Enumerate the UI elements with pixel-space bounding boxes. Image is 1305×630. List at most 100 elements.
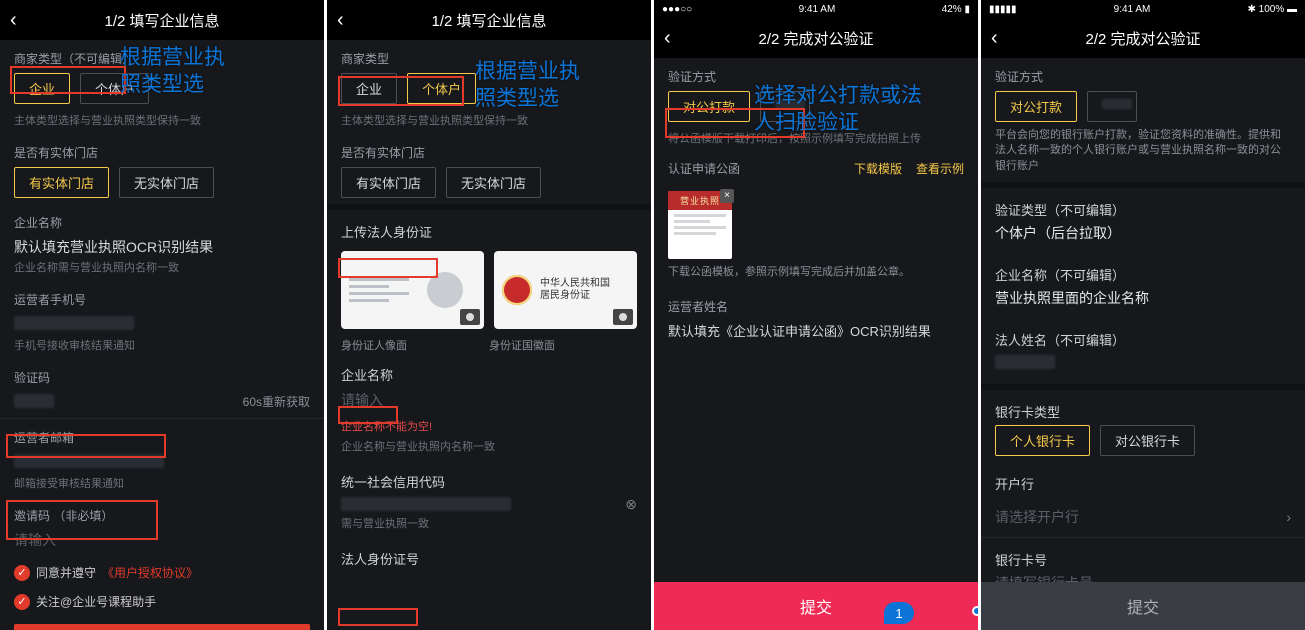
id-back-upload[interactable]: 中华人民共和国 居民身份证 (494, 251, 637, 329)
chevron-right-icon: › (1286, 509, 1291, 525)
status-time: 9:41 AM (1114, 4, 1151, 15)
merchant-type-label: 商家类型（不可编辑） (0, 40, 324, 73)
uscc-label: 统一社会信用代码 (327, 460, 651, 495)
captcha-value-redacted[interactable] (14, 394, 54, 408)
email-hint: 邮箱接受审核结果通知 (0, 473, 324, 497)
submit-button[interactable]: 提交 (654, 582, 978, 630)
has-store-label: 是否有实体门店 (0, 134, 324, 167)
status-battery: 42% ▮ (942, 4, 970, 15)
submit-button[interactable]: 提交 (981, 582, 1305, 630)
agree-row[interactable]: ✓ 同意并遵守 《用户授权协议》 (0, 558, 324, 587)
card-type-label: 银行卡类型 (981, 390, 1305, 425)
opt-personal-card[interactable]: 个人银行卡 (995, 425, 1090, 456)
phone-value-redacted (14, 316, 134, 330)
bank-select[interactable]: 请选择开户行 › (981, 497, 1305, 538)
operator-value[interactable]: 默认填充《企业认证申请公函》OCR识别结果 (654, 321, 978, 350)
merchant-type-hint: 主体类型选择与营业执照类型保持一致 (327, 110, 651, 134)
status-signal: ▮▮▮▮▮ (989, 4, 1017, 15)
screen-1: ‹ 1/2 填写企业信息 商家类型（不可编辑） 企业 个体户 主体类型选择与营业… (0, 0, 324, 630)
page-title: 2/2 完成对公验证 (1085, 28, 1200, 49)
content: 验证方式 对公打款 将公函模版下载打印后，按照示例填写完成拍照上传 认证申请公函… (654, 58, 978, 630)
phone-hint: 手机号接收审核结果通知 (0, 335, 324, 359)
verify-type-value: 个体户（后台拉取） (981, 223, 1305, 253)
status-signal: ●●●○○ (662, 4, 692, 15)
company-name-input[interactable]: 请输入 (327, 388, 651, 412)
method-hint: 平台会向您的银行账户打款，验证您资料的准确性。提供和法人名称一致的个人银行账户或… (981, 128, 1305, 182)
merchant-type-enterprise[interactable]: 企业 (14, 73, 70, 104)
status-battery: ✱ 100% ▬ (1247, 4, 1297, 15)
id-front-upload[interactable] (341, 251, 484, 329)
uscc-hint: 需与营业执照一致 (327, 513, 651, 537)
camera-icon (613, 309, 633, 325)
close-icon[interactable]: × (720, 189, 734, 203)
back-icon[interactable]: ‹ (991, 27, 998, 50)
camera-icon (460, 309, 480, 325)
page-title: 1/2 填写企业信息 (431, 10, 546, 31)
back-icon[interactable]: ‹ (10, 9, 17, 32)
verify-method-label: 验证方式 (981, 58, 1305, 91)
opt-corp-card[interactable]: 对公银行卡 (1100, 425, 1195, 456)
company-name-hint: 企业名称需与营业执照内名称一致 (0, 257, 324, 281)
merchant-type-enterprise[interactable]: 企业 (341, 73, 397, 104)
verify-method-label: 验证方式 (654, 58, 978, 91)
captcha-label: 验证码 (0, 359, 324, 392)
opt-no-store[interactable]: 无实体门店 (446, 167, 541, 198)
follow-row[interactable]: ✓ 关注@企业号课程助手 (0, 587, 324, 616)
legal-name-label: 法人姓名（不可编辑） (981, 318, 1305, 353)
invite-label: 邀请码 （非必填） (0, 497, 324, 530)
opt-bank-transfer[interactable]: 对公打款 (995, 91, 1077, 122)
opt-has-store[interactable]: 有实体门店 (14, 167, 109, 198)
merchant-type-hint: 主体类型选择与营业执照类型保持一致 (0, 110, 324, 134)
check-icon: ✓ (14, 565, 30, 581)
company-name-label: 企业名称（不可编辑） (981, 253, 1305, 288)
download-template-link[interactable]: 下载模版 (854, 160, 902, 177)
content: 商家类型（不可编辑） 企业 个体户 主体类型选择与营业执照类型保持一致 是否有实… (0, 40, 324, 630)
email-label: 运营者邮箱 (0, 419, 324, 452)
bank-label: 开户行 (981, 462, 1305, 497)
email-value-redacted[interactable] (14, 454, 164, 468)
merchant-type-individual[interactable]: 个体户 (80, 73, 149, 104)
letter-label: 认证申请公函 (668, 160, 740, 177)
navbar: ‹ 2/2 完成对公验证 (654, 18, 978, 58)
company-name-label: 企业名称 (327, 353, 651, 388)
company-name-value[interactable]: 默认填充营业执照OCR识别结果 (0, 237, 324, 257)
navbar: ‹ 1/2 填写企业信息 (0, 0, 324, 40)
screen-4: ▮▮▮▮▮ 9:41 AM ✱ 100% ▬ ‹ 2/2 完成对公验证 验证方式… (981, 0, 1305, 630)
company-name-label: 企业名称 (0, 204, 324, 237)
status-bar: ●●●○○ 9:41 AM 42% ▮ (654, 0, 978, 18)
back-icon[interactable]: ‹ (337, 9, 344, 32)
phone-label: 运营者手机号 (0, 281, 324, 314)
invite-input[interactable]: 请输入 (0, 530, 324, 558)
annotation-dot (972, 606, 978, 616)
card-no-label: 银行卡号 (981, 538, 1305, 573)
agree-link[interactable]: 《用户授权协议》 (102, 564, 198, 581)
id-back-caption: 身份证国徽面 (489, 337, 637, 353)
opt-other-redacted[interactable] (760, 91, 810, 122)
company-name-value: 营业执照里面的企业名称 (981, 288, 1305, 318)
id-lines-icon (349, 278, 419, 302)
avatar-icon (427, 272, 463, 308)
opt-other-redacted[interactable] (1087, 91, 1137, 122)
verify-type-label: 验证类型（不可编辑） (981, 188, 1305, 223)
uploaded-doc-thumb[interactable]: × 营业执照 (668, 191, 732, 259)
content: 商家类型 企业 个体户 主体类型选择与营业执照类型保持一致 是否有实体门店 有实… (327, 40, 651, 630)
navbar: ‹ 2/2 完成对公验证 (981, 18, 1305, 58)
opt-has-store[interactable]: 有实体门店 (341, 167, 436, 198)
status-bar: ▮▮▮▮▮ 9:41 AM ✱ 100% ▬ (981, 0, 1305, 18)
navbar: ‹ 1/2 填写企业信息 (327, 0, 651, 40)
upload-id-label: 上传法人身份证 (327, 210, 651, 245)
uscc-value-redacted[interactable] (341, 497, 511, 511)
back-icon[interactable]: ‹ (664, 27, 671, 50)
opt-bank-transfer[interactable]: 对公打款 (668, 91, 750, 122)
opt-no-store[interactable]: 无实体门店 (119, 167, 214, 198)
follow-text: 关注@企业号课程助手 (36, 593, 156, 610)
next-button[interactable]: 下一步 (14, 624, 310, 630)
merchant-type-individual[interactable]: 个体户 (407, 73, 476, 104)
captcha-resend[interactable]: 60s重新获取 (243, 393, 310, 410)
bank-placeholder: 请选择开户行 (995, 507, 1079, 527)
view-sample-link[interactable]: 查看示例 (916, 160, 964, 177)
emblem-icon (502, 275, 532, 305)
legal-id-label: 法人身份证号 (327, 537, 651, 572)
annotation-badge: 1 (884, 602, 914, 624)
clear-icon[interactable]: ⊗ (625, 496, 637, 513)
